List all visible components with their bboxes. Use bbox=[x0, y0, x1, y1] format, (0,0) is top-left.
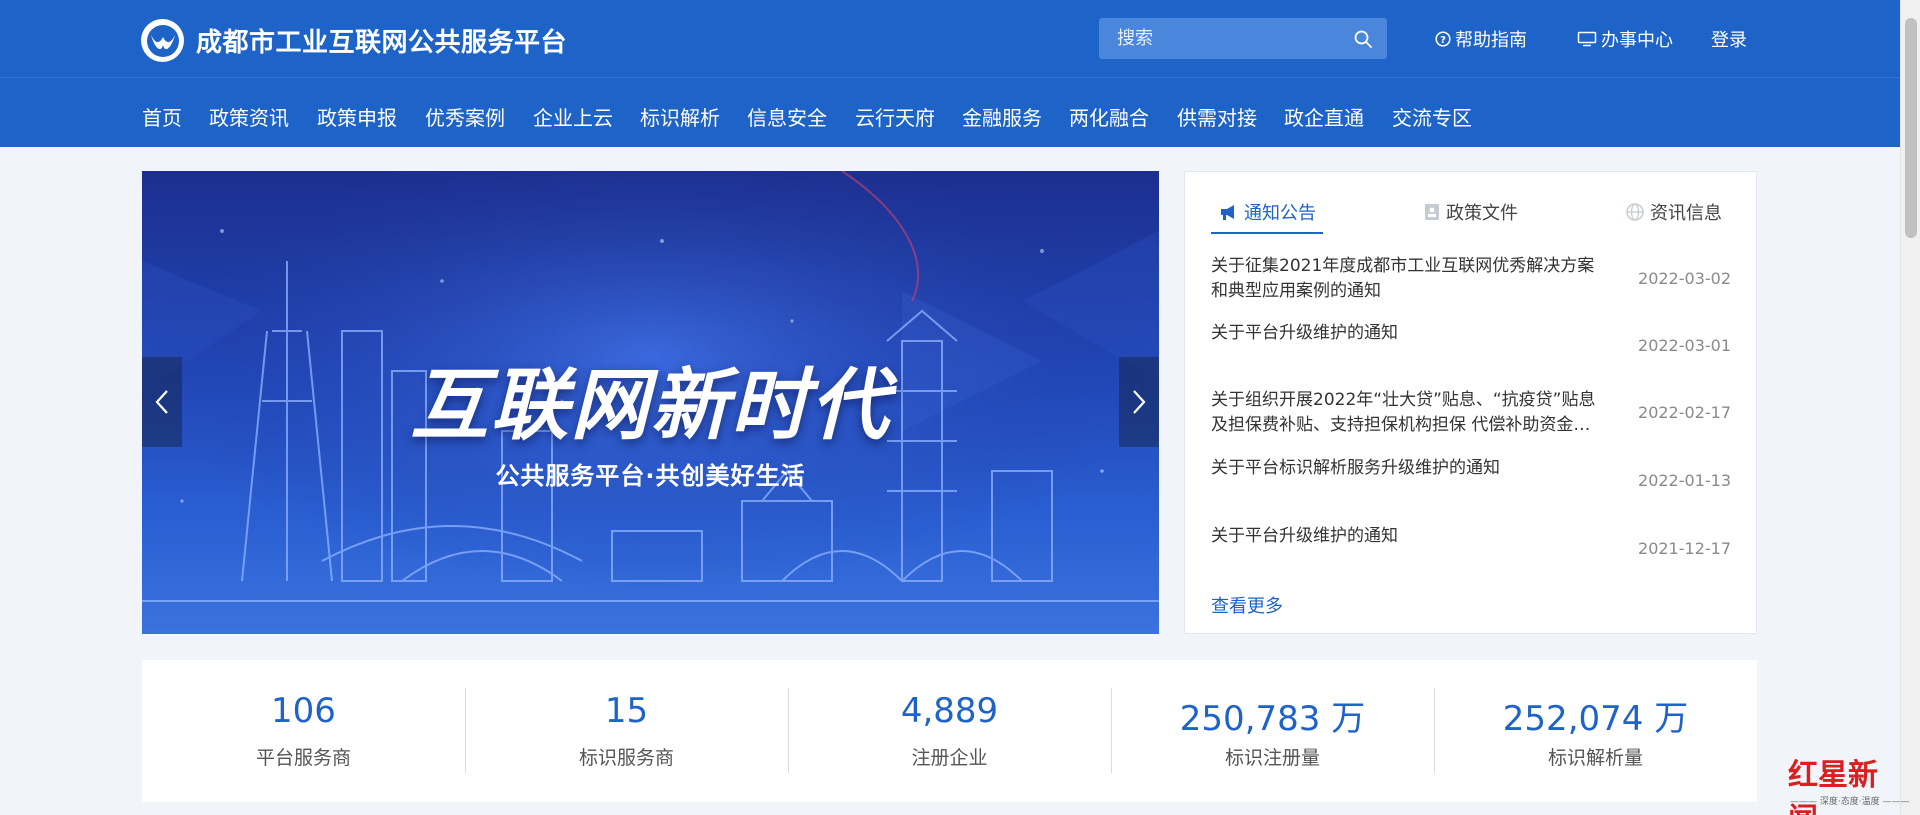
nav-item-policy-apply[interactable]: 政策申报 bbox=[317, 102, 397, 131]
service-center-label: 办事中心 bbox=[1601, 30, 1673, 51]
nav-item-policy-news[interactable]: 政策资讯 bbox=[209, 102, 289, 131]
globe-icon bbox=[1626, 203, 1644, 221]
notice-title: 关于组织开展2022年“壮大贷”贴息、“抗疫贷”贴息及担保费补贴、支持担保机构担… bbox=[1211, 390, 1596, 435]
nav-item-yunxing[interactable]: 云行天府 bbox=[855, 102, 935, 131]
notice-title: 关于平台升级维护的通知 bbox=[1211, 323, 1398, 343]
notice-item[interactable]: 关于征集2021年度成都市工业互联网优秀解决方案和典型应用案例的通知 2022-… bbox=[1211, 254, 1731, 314]
nav-item-integration[interactable]: 两化融合 bbox=[1069, 102, 1149, 131]
search-icon[interactable] bbox=[1353, 29, 1373, 49]
stat-value: 4,889 bbox=[900, 691, 999, 731]
nav-item-gov-enterprise[interactable]: 政企直通 bbox=[1284, 102, 1364, 131]
notice-date: 2022-03-02 bbox=[1638, 269, 1731, 288]
stat-value: 15 bbox=[604, 691, 649, 731]
document-icon bbox=[1425, 204, 1439, 220]
notice-item[interactable]: 关于平台升级维护的通知 2022-03-01 bbox=[1211, 321, 1731, 381]
notice-title: 关于平台标识解析服务升级维护的通知 bbox=[1211, 458, 1500, 478]
stat-identifier-resolutions: 252,074 万 标识解析量 bbox=[1434, 660, 1757, 802]
nav-item-finance[interactable]: 金融服务 bbox=[962, 102, 1042, 131]
platform-stats: 106 平台服务商 15 标识服务商 4,889 注册企业 250,783 万 … bbox=[142, 660, 1757, 802]
notice-date: 2022-02-17 bbox=[1638, 403, 1731, 422]
active-tab-indicator bbox=[1211, 232, 1323, 234]
notice-panel: 通知公告 政策文件 资讯信息 关于征集2021年度成都市工业互联网优秀解决方案和… bbox=[1184, 171, 1757, 634]
tab-notices-label: 通知公告 bbox=[1244, 203, 1316, 224]
nav-item-identifier[interactable]: 标识解析 bbox=[640, 102, 720, 131]
stat-label: 标识服务商 bbox=[578, 747, 674, 769]
nav-item-home[interactable]: 首页 bbox=[142, 102, 182, 131]
stat-identifier-registrations: 250,783 万 标识注册量 bbox=[1111, 660, 1434, 802]
stat-value: 106 bbox=[271, 691, 336, 731]
help-circle-icon: ? bbox=[1435, 31, 1451, 47]
nav-item-supply-demand[interactable]: 供需对接 bbox=[1177, 102, 1257, 131]
login-label: 登录 bbox=[1711, 30, 1747, 51]
tab-policy-documents[interactable]: 政策文件 bbox=[1423, 199, 1518, 225]
stat-label: 标识注册量 bbox=[1224, 747, 1320, 769]
notice-date: 2022-01-13 bbox=[1638, 471, 1731, 490]
site-title[interactable]: 成都市工业互联网公共服务平台 bbox=[196, 22, 567, 59]
tab-notices[interactable]: 通知公告 bbox=[1219, 199, 1316, 225]
logo-mark-icon bbox=[146, 24, 179, 57]
carousel-prev-button[interactable] bbox=[142, 357, 182, 447]
notice-item[interactable]: 关于组织开展2022年“壮大贷”贴息、“抗疫贷”贴息及担保费补贴、支持担保机构担… bbox=[1211, 388, 1731, 448]
notice-date: 2022-03-01 bbox=[1638, 336, 1731, 355]
search-input[interactable] bbox=[1117, 18, 1347, 59]
stat-label: 注册企业 bbox=[911, 747, 988, 769]
notice-title: 关于平台升级维护的通知 bbox=[1211, 526, 1398, 546]
svg-text:?: ? bbox=[1440, 35, 1446, 46]
scrollbar-thumb[interactable] bbox=[1905, 18, 1917, 238]
nav-item-cases[interactable]: 优秀案例 bbox=[425, 102, 505, 131]
carousel-next-button[interactable] bbox=[1119, 357, 1159, 447]
news-watermark: 红星新闻 ——— 深度·态度·温度 ——— bbox=[1760, 750, 1909, 815]
search-box[interactable] bbox=[1099, 18, 1387, 59]
stat-label: 平台服务商 bbox=[255, 747, 351, 769]
nav-item-exchange[interactable]: 交流专区 bbox=[1392, 102, 1472, 131]
monitor-icon bbox=[1577, 31, 1597, 47]
help-guide-link[interactable]: ? 帮助指南 bbox=[1435, 26, 1527, 52]
nav-item-security[interactable]: 信息安全 bbox=[747, 102, 827, 131]
stat-identifier-providers: 15 标识服务商 bbox=[465, 660, 788, 802]
banner-carousel[interactable]: 互联网新时代 公共服务平台·共创美好生活 bbox=[142, 171, 1159, 634]
notice-item[interactable]: 关于平台标识解析服务升级维护的通知 2022-01-13 bbox=[1211, 456, 1731, 516]
stat-value: 250,783 万 bbox=[1179, 699, 1366, 739]
stat-label: 标识解析量 bbox=[1547, 747, 1643, 769]
stat-platform-providers: 106 平台服务商 bbox=[142, 660, 465, 802]
banner-subline: 公共服务平台·共创美好生活 bbox=[495, 462, 806, 490]
service-center-link[interactable]: 办事中心 bbox=[1577, 26, 1673, 52]
notice-date: 2021-12-17 bbox=[1638, 539, 1731, 558]
main-nav: 首页 政策资讯 政策申报 优秀案例 企业上云 标识解析 信息安全 云行天府 金融… bbox=[0, 77, 1900, 147]
stat-value: 252,074 万 bbox=[1502, 699, 1689, 739]
banner-headline: 互联网新时代 bbox=[410, 361, 891, 451]
tab-news-label: 资讯信息 bbox=[1650, 203, 1722, 224]
view-more-link[interactable]: 查看更多 bbox=[1211, 592, 1283, 618]
help-guide-label: 帮助指南 bbox=[1455, 30, 1527, 51]
top-header: 成都市工业互联网公共服务平台 ? 帮助指南 办事中心 登录 bbox=[0, 0, 1900, 77]
notice-title: 关于征集2021年度成都市工业互联网优秀解决方案和典型应用案例的通知 bbox=[1211, 256, 1595, 301]
nav-item-cloud[interactable]: 企业上云 bbox=[533, 102, 613, 131]
tab-policy-documents-label: 政策文件 bbox=[1446, 203, 1518, 224]
notice-item[interactable]: 关于平台升级维护的通知 2021-12-17 bbox=[1211, 524, 1731, 584]
chevron-left-icon bbox=[155, 390, 168, 414]
chevron-right-icon bbox=[1133, 390, 1146, 414]
stat-registered-companies: 4,889 注册企业 bbox=[788, 660, 1111, 802]
site-logo[interactable] bbox=[141, 19, 184, 62]
tab-news[interactable]: 资讯信息 bbox=[1625, 199, 1722, 225]
megaphone-icon bbox=[1221, 205, 1234, 220]
login-link[interactable]: 登录 bbox=[1711, 26, 1747, 52]
watermark-tagline: ——— 深度·态度·温度 ——— bbox=[1790, 797, 1910, 807]
page-scrollbar[interactable] bbox=[1900, 0, 1920, 815]
